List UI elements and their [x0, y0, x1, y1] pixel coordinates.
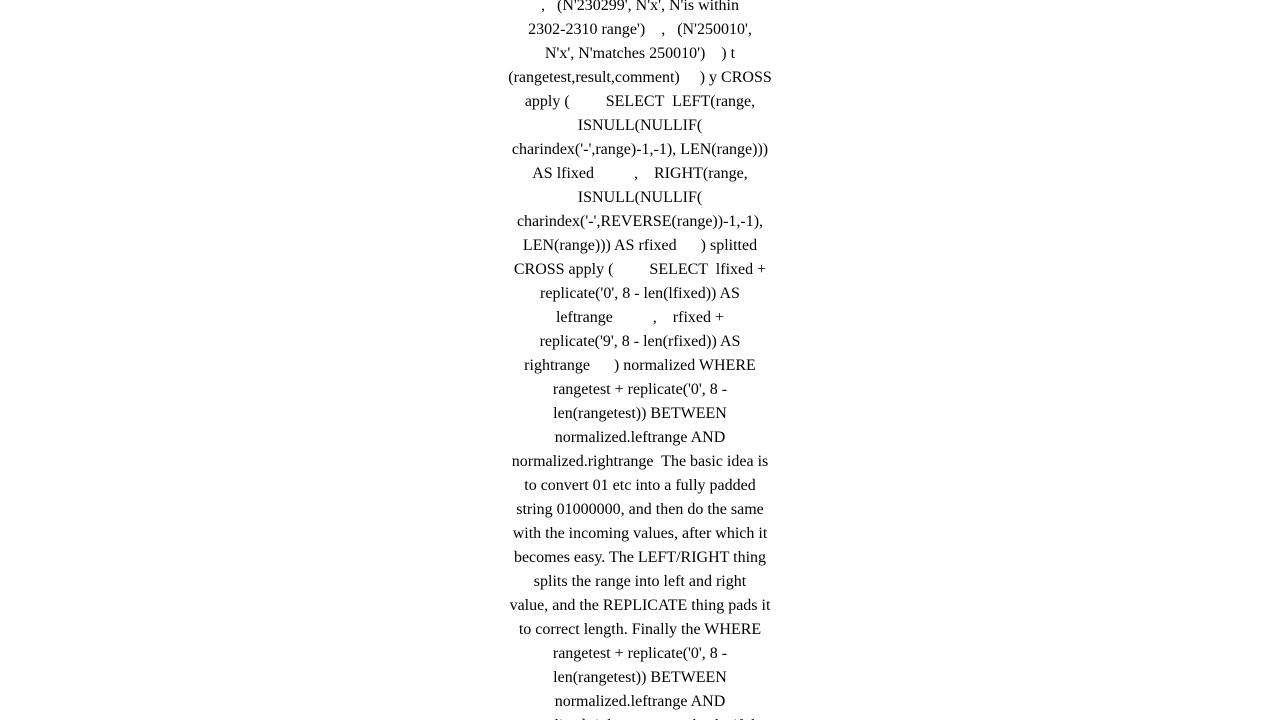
text-block: N'x', N'is within 2302-2310 range'), (N'… [320, 0, 960, 720]
text-line: normalized.rightrange test checks if the [320, 714, 960, 720]
text-line: rangetest + replicate('0', 8 - [320, 642, 960, 666]
text-line: AS lfixed , RIGHT(range, [320, 162, 960, 186]
text-lines: N'x', N'is within 2302-2310 range'), (N'… [320, 0, 960, 720]
text-line: string 01000000, and then do the same [320, 498, 960, 522]
text-line: rightrange ) normalized WHERE [320, 354, 960, 378]
text-line: to convert 01 etc into a fully padded [320, 474, 960, 498]
text-line: len(rangetest)) BETWEEN [320, 666, 960, 690]
text-line: charindex('-',REVERSE(range))-1,-1), [320, 210, 960, 234]
text-line: (rangetest,result,comment) ) y CROSS [320, 66, 960, 90]
text-line: apply ( SELECT LEFT(range, [320, 90, 960, 114]
text-line: ISNULL(NULLIF( [320, 186, 960, 210]
text-line: normalized.rightrange The basic idea is [320, 450, 960, 474]
text-line: N'x', N'matches 250010') ) t [320, 42, 960, 66]
text-line: 2302-2310 range') , (N'250010', [320, 18, 960, 42]
text-line: LEN(range))) AS rfixed ) splitted [320, 234, 960, 258]
text-line: replicate('0', 8 - len(lfixed)) AS [320, 282, 960, 306]
text-line: normalized.leftrange AND [320, 426, 960, 450]
page-content: N'x', N'is within 2302-2310 range'), (N'… [0, 0, 1280, 720]
text-line: CROSS apply ( SELECT lfixed + [320, 258, 960, 282]
text-line: normalized.leftrange AND [320, 690, 960, 714]
text-line: , (N'230299', N'x', N'is within [320, 0, 960, 18]
text-line: leftrange , rfixed + [320, 306, 960, 330]
text-line: becomes easy. The LEFT/RIGHT thing [320, 546, 960, 570]
text-line: charindex('-',range)-1,-1), LEN(range))) [320, 138, 960, 162]
text-line: splits the range into left and right [320, 570, 960, 594]
text-line: replicate('9', 8 - len(rfixed)) AS [320, 330, 960, 354]
text-line: ISNULL(NULLIF( [320, 114, 960, 138]
text-line: to correct length. Finally the WHERE [320, 618, 960, 642]
text-line: len(rangetest)) BETWEEN [320, 402, 960, 426]
text-line: with the incoming values, after which it [320, 522, 960, 546]
text-line: rangetest + replicate('0', 8 - [320, 378, 960, 402]
text-line: value, and the REPLICATE thing pads it [320, 594, 960, 618]
